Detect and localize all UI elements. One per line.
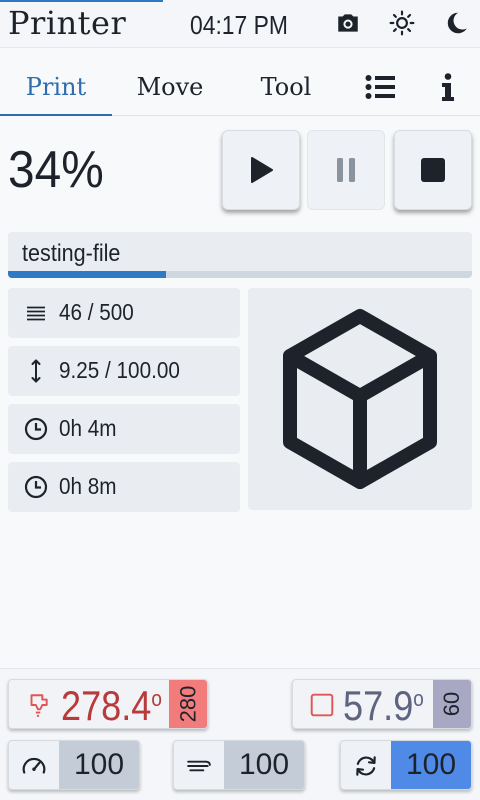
progress-percent: 34% xyxy=(8,141,104,199)
clock: 04:17 PM xyxy=(190,10,288,40)
header-progress-line xyxy=(0,0,163,2)
file-progress-track xyxy=(8,271,472,278)
sun-icon[interactable] xyxy=(389,10,415,36)
fan-factor[interactable]: 100 xyxy=(340,740,472,790)
info-icon xyxy=(442,73,454,101)
flow-value: 100 xyxy=(224,741,304,789)
bed-temp-value: 57.9o xyxy=(343,682,424,729)
moon-icon[interactable] xyxy=(443,10,469,36)
speed-value: 100 xyxy=(59,741,139,789)
fan-value: 100 xyxy=(391,741,471,789)
hotend-temp-card[interactable]: 278.4o 280 xyxy=(8,679,208,729)
hotend-temp-unit: o xyxy=(151,686,162,711)
tab-print[interactable]: Print xyxy=(0,58,112,116)
play-button[interactable] xyxy=(222,130,300,210)
bed-icon xyxy=(310,693,334,717)
speed-factor[interactable]: 100 xyxy=(8,740,140,790)
hotend-target-value: 280 xyxy=(175,685,200,723)
cube-icon xyxy=(283,309,437,489)
bed-temp-unit: o xyxy=(413,686,424,711)
model-preview xyxy=(248,288,472,510)
hotend-temp-number: 278.4 xyxy=(61,682,152,729)
bed-temp-card[interactable]: 57.9o 60 xyxy=(292,679,472,729)
height-value: 9.25 / 100.00 xyxy=(59,357,180,383)
file-progress-box: testing-file xyxy=(8,232,472,278)
stop-button[interactable] xyxy=(394,130,472,210)
app-title: Printer xyxy=(8,4,127,42)
height-stat: 9.25 / 100.00 xyxy=(8,346,240,396)
layers-icon xyxy=(27,306,45,321)
list-icon xyxy=(365,75,395,99)
stop-icon xyxy=(421,158,445,182)
flow-icon xyxy=(187,760,211,772)
speedometer-icon xyxy=(22,757,46,774)
bed-target-value: 60 xyxy=(438,691,464,717)
elapsed-value: 0h 4m xyxy=(59,415,117,441)
bed-temp-number: 57.9 xyxy=(343,682,414,729)
layers-stat: 46 / 500 xyxy=(8,288,240,338)
pause-button[interactable] xyxy=(307,130,385,210)
layers-value: 46 / 500 xyxy=(59,299,134,325)
remaining-stat: 0h 8m xyxy=(8,462,240,512)
clock-icon xyxy=(24,475,48,499)
elapsed-stat: 0h 4m xyxy=(8,404,240,454)
top-bar: Printer 04:17 PM xyxy=(0,0,480,48)
file-name: testing-file xyxy=(22,240,121,267)
clock-icon xyxy=(24,417,48,441)
height-arrow-icon xyxy=(31,359,41,383)
refresh-icon xyxy=(356,756,376,776)
tab-list[interactable] xyxy=(352,58,408,116)
hotend-temp-value: 278.4o xyxy=(61,682,162,729)
bed-target[interactable]: 60 xyxy=(433,680,471,728)
tab-move[interactable]: Move xyxy=(114,58,226,116)
tab-info[interactable] xyxy=(420,58,476,116)
file-progress-fill xyxy=(8,271,166,278)
hotend-nozzle-icon xyxy=(30,694,48,717)
play-icon xyxy=(251,157,273,183)
pause-icon xyxy=(337,158,355,182)
tab-tool[interactable]: Tool xyxy=(230,58,342,116)
tab-bar: Print Move Tool xyxy=(0,58,480,116)
hotend-target[interactable]: 280 xyxy=(169,680,207,728)
active-tab-indicator xyxy=(0,114,112,116)
camera-icon[interactable] xyxy=(335,10,361,36)
remaining-value: 0h 8m xyxy=(59,473,117,499)
flow-factor[interactable]: 100 xyxy=(173,740,305,790)
